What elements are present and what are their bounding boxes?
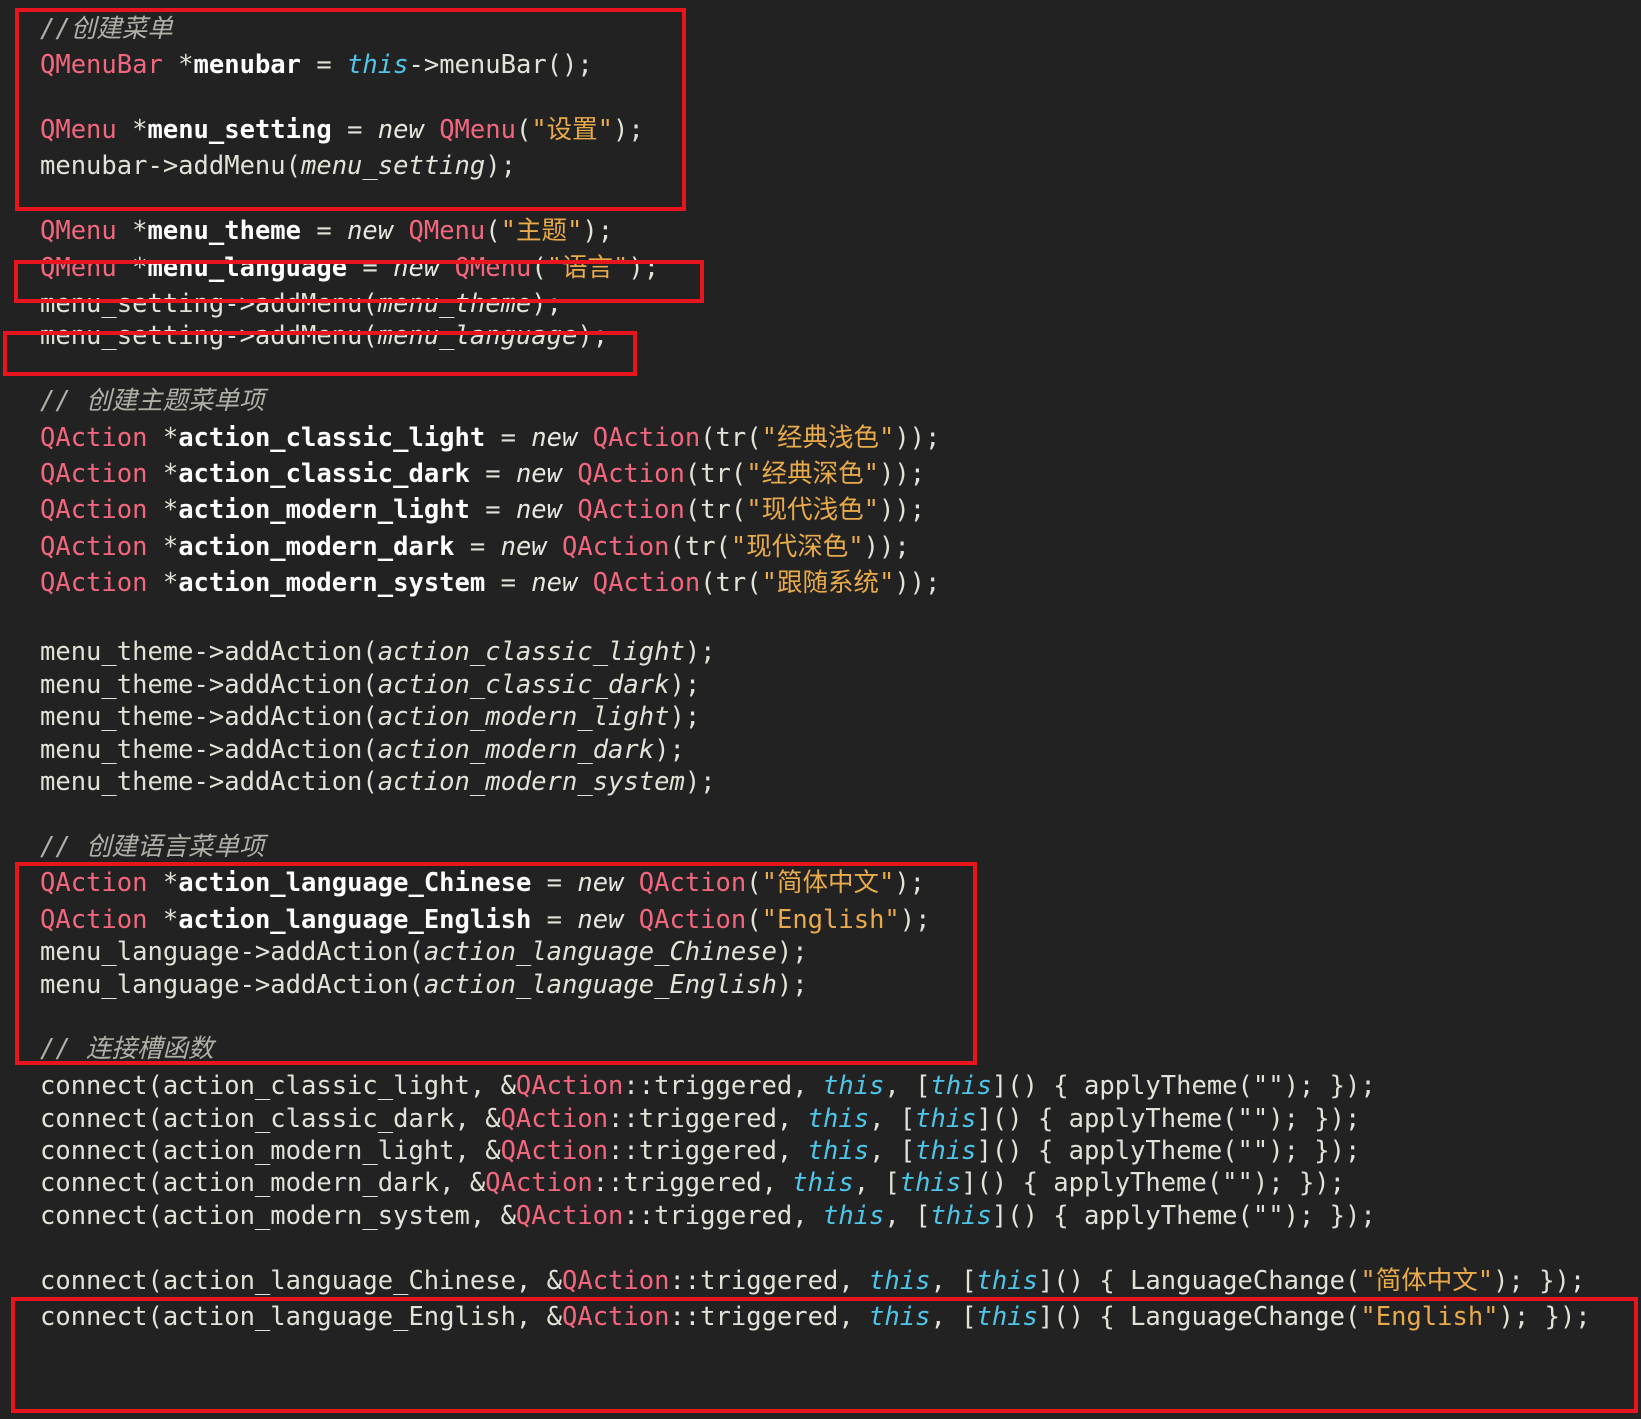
- code-line-29: connect(action_modern_dark, &QAction::tr…: [40, 1168, 1345, 1198]
- code-line-31: connect(action_language_Chinese, &QActio…: [40, 1266, 1586, 1296]
- code-line-27: connect(action_classic_dark, &QAction::t…: [40, 1104, 1361, 1134]
- type-name: QAction: [40, 532, 148, 562]
- variable-name: menu_theme: [147, 216, 302, 246]
- code-line-14: QAction *action_modern_system = new QAct…: [40, 568, 941, 598]
- this-keyword: this: [869, 1266, 931, 1296]
- this-keyword: this: [792, 1168, 854, 1198]
- class-name: QAction: [515, 1071, 624, 1101]
- constructor-name: QAction: [562, 532, 670, 562]
- parameter: action_modern_light: [377, 702, 670, 732]
- this-keyword: this: [930, 1071, 992, 1101]
- code-editor[interactable]: //创建菜单 QMenuBar *menubar = this->menuBar…: [0, 0, 1641, 1419]
- highlight-box: [3, 331, 637, 376]
- code-line-30: connect(action_modern_system, &QAction::…: [40, 1201, 1376, 1231]
- new-keyword: new: [531, 568, 578, 598]
- constructor-name: QMenu: [408, 216, 486, 246]
- new-keyword: new: [500, 532, 547, 562]
- constructor-name: QAction: [592, 423, 701, 453]
- string-literal: "简体中文": [1360, 1266, 1494, 1296]
- this-keyword: this: [899, 1168, 962, 1198]
- constructor-name: QAction: [592, 568, 701, 598]
- parameter: action_classic_dark: [377, 670, 670, 700]
- this-keyword: this: [822, 1071, 885, 1101]
- variable-name: action_classic_light: [178, 423, 486, 453]
- code-line-9: // 创建主题菜单项: [40, 383, 265, 419]
- code-line-19: menu_theme->addAction(action_modern_syst…: [40, 767, 716, 797]
- class-name: QAction: [515, 1201, 624, 1231]
- parameter: action_modern_dark: [377, 735, 655, 765]
- constructor-name: QAction: [577, 495, 685, 525]
- new-keyword: new: [347, 216, 394, 246]
- parameter: action_modern_system: [377, 767, 685, 797]
- code-line-17: menu_theme->addAction(action_modern_ligh…: [40, 702, 701, 732]
- code-line-28: connect(action_modern_light, &QAction::t…: [40, 1136, 1361, 1166]
- this-keyword: this: [915, 1104, 977, 1134]
- this-keyword: this: [822, 1201, 885, 1231]
- class-name: QAction: [500, 1104, 609, 1134]
- string-literal: "经典浅色": [761, 423, 895, 453]
- string-literal: "经典深色": [746, 459, 879, 489]
- code-line-12: QAction *action_modern_light = new QActi…: [40, 495, 926, 525]
- variable-name: action_classic_dark: [178, 459, 470, 489]
- code-line-10: QAction *action_classic_light = new QAct…: [40, 423, 941, 453]
- string-literal: "现代深色": [730, 532, 864, 562]
- string-literal: "主题": [500, 216, 583, 246]
- variable-name: action_modern_dark: [178, 532, 455, 562]
- this-keyword: this: [915, 1136, 977, 1166]
- code-line-13: QAction *action_modern_dark = new QActio…: [40, 532, 910, 562]
- new-keyword: new: [515, 495, 563, 525]
- new-keyword: new: [531, 423, 578, 453]
- new-keyword: new: [515, 459, 563, 489]
- this-keyword: this: [807, 1136, 870, 1166]
- comment: // 创建语言菜单项: [40, 832, 265, 862]
- variable-name: action_modern_system: [178, 568, 486, 598]
- code-line-11: QAction *action_classic_dark = new QActi…: [40, 459, 926, 489]
- code-line-16: menu_theme->addAction(action_classic_dar…: [40, 670, 701, 700]
- class-name: QAction: [485, 1168, 593, 1198]
- parameter: action_classic_light: [377, 637, 685, 667]
- type-name: QMenu: [40, 216, 117, 246]
- code-line-5: QMenu *menu_theme = new QMenu("主题");: [40, 216, 614, 246]
- string-literal: "现代浅色": [746, 495, 879, 525]
- code-line-26: connect(action_classic_light, &QAction::…: [40, 1071, 1376, 1101]
- highlight-box: [11, 1297, 1638, 1413]
- type-name: QAction: [40, 495, 148, 525]
- this-keyword: this: [930, 1201, 992, 1231]
- comment: // 创建主题菜单项: [40, 386, 265, 416]
- this-keyword: this: [807, 1104, 870, 1134]
- string-literal: "跟随系统": [761, 568, 895, 598]
- class-name: QAction: [561, 1266, 670, 1296]
- highlight-box: [14, 260, 704, 303]
- constructor-name: QAction: [577, 459, 685, 489]
- highlight-box: [15, 862, 977, 1065]
- class-name: QAction: [500, 1136, 609, 1166]
- variable-name: action_modern_light: [178, 495, 470, 525]
- code-line-15: menu_theme->addAction(action_classic_lig…: [40, 637, 716, 667]
- type-name: QAction: [40, 568, 148, 598]
- type-name: QAction: [40, 459, 148, 489]
- highlight-box: [15, 8, 686, 211]
- type-name: QAction: [40, 423, 148, 453]
- code-line-18: menu_theme->addAction(action_modern_dark…: [40, 735, 685, 765]
- this-keyword: this: [976, 1266, 1038, 1296]
- code-line-20: // 创建语言菜单项: [40, 829, 265, 865]
